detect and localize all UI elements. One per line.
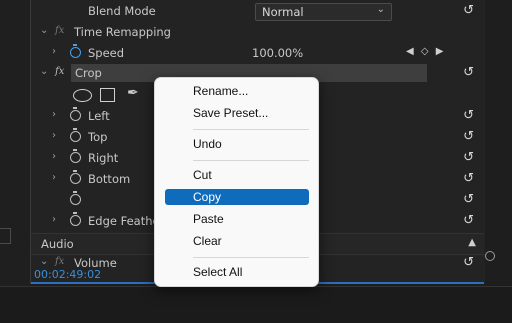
menu-item-rename[interactable]: Rename... (165, 83, 309, 99)
menu-item-label: Undo (193, 137, 222, 151)
menu-item-label: Clear (193, 234, 222, 248)
collapse-up-icon[interactable]: ▲ (468, 237, 476, 248)
chevron-down-icon[interactable]: ⌄ (40, 256, 48, 267)
audio-label: Audio (41, 237, 74, 251)
fx-icon[interactable]: fx (55, 66, 64, 77)
chevron-down-icon[interactable]: ⌄ (40, 25, 48, 36)
stopwatch-icon[interactable] (70, 212, 81, 226)
crop-top-label: Top (88, 130, 108, 144)
reset-icon[interactable]: ↺ (463, 150, 474, 165)
stopwatch-icon[interactable] (70, 128, 81, 142)
speed-row: › Speed 100.00% ◀ ◇ ▶ (31, 43, 484, 64)
menu-item-paste[interactable]: Paste (165, 211, 309, 227)
keyframe-navigator: ◀ ◇ ▶ (406, 46, 447, 57)
reset-icon[interactable]: ↺ (463, 192, 474, 207)
menu-item-select-all[interactable]: Select All (165, 264, 309, 280)
chevron-right-icon[interactable]: › (52, 130, 56, 141)
stopwatch-icon[interactable] (70, 107, 81, 121)
reset-icon[interactable]: ↺ (463, 171, 474, 186)
menu-item-label: Rename... (193, 84, 249, 98)
menu-item-label: Copy (193, 190, 222, 204)
menu-separator (193, 257, 309, 258)
menu-item-save-preset[interactable]: Save Preset... (165, 105, 309, 121)
blend-mode-value: Normal (262, 5, 304, 19)
crop-right-label: Right (88, 151, 119, 165)
menu-item-label: Paste (193, 212, 224, 226)
previous-keyframe-icon[interactable]: ◀ (406, 46, 414, 57)
fx-icon: fx (55, 25, 65, 36)
chevron-right-icon[interactable]: › (52, 151, 56, 162)
reset-icon[interactable]: ↺ (463, 255, 474, 267)
next-keyframe-icon[interactable]: ▶ (436, 46, 444, 57)
crop-bottom-label: Bottom (88, 172, 131, 186)
crop-left-label: Left (88, 109, 110, 123)
menu-separator (193, 160, 309, 161)
right-strip (485, 0, 512, 286)
reset-icon[interactable]: ↺ (463, 213, 474, 228)
stopwatch-icon[interactable] (70, 44, 81, 58)
gutter-marker (0, 228, 11, 244)
menu-item-copy[interactable]: Copy (165, 189, 309, 205)
reset-icon[interactable]: ↺ (463, 65, 474, 80)
chevron-down-icon: ⌄ (376, 4, 385, 15)
fx-icon: fx (55, 256, 65, 267)
menu-item-label: Save Preset... (193, 106, 269, 120)
edge-feather-label: Edge Feather (88, 214, 165, 228)
timecode-readout[interactable]: 00:02:49:02 (34, 268, 101, 281)
bottom-area (0, 286, 512, 323)
speed-label: Speed (88, 46, 125, 60)
reset-icon[interactable]: ↺ (463, 129, 474, 144)
menu-item-label: Cut (193, 168, 212, 182)
crop-label: Crop (75, 66, 102, 80)
menu-item-clear[interactable]: Clear (165, 233, 309, 249)
chevron-right-icon[interactable]: › (52, 109, 56, 120)
stopwatch-icon[interactable] (70, 170, 81, 184)
menu-item-undo[interactable]: Undo (165, 136, 309, 152)
chevron-right-icon[interactable]: › (52, 214, 56, 225)
time-remapping-label: Time Remapping (74, 25, 171, 39)
left-gutter (0, 0, 30, 286)
add-keyframe-icon[interactable]: ◇ (421, 46, 429, 57)
chevron-down-icon[interactable]: ⌄ (40, 66, 48, 77)
stopwatch-icon[interactable] (70, 149, 81, 163)
speed-value[interactable]: 100.00% (252, 46, 303, 60)
premiere-effect-controls-screen: Blend Mode Normal ⌄ ↺ ⌄ fx Time Remappin… (0, 0, 512, 323)
rectangle-mask-icon[interactable] (100, 88, 115, 102)
circle-icon[interactable] (485, 251, 495, 261)
menu-separator (193, 129, 309, 130)
ellipse-mask-icon[interactable] (73, 89, 92, 102)
blend-mode-select[interactable]: Normal ⌄ (255, 3, 392, 21)
menu-item-cut[interactable]: Cut (165, 167, 309, 183)
menu-item-label: Select All (193, 265, 243, 279)
chevron-right-icon[interactable]: › (52, 46, 56, 57)
blend-mode-row: Blend Mode Normal ⌄ ↺ (31, 1, 484, 22)
stopwatch-icon[interactable] (70, 191, 81, 205)
chevron-right-icon[interactable]: › (52, 172, 56, 183)
pen-tool-icon[interactable]: ✒ (127, 85, 139, 101)
time-remapping-row[interactable]: ⌄ fx Time Remapping (31, 22, 484, 43)
context-menu: Rename... Save Preset... Undo Cut Copy P… (154, 77, 319, 287)
volume-label: Volume (74, 256, 117, 267)
reset-icon[interactable]: ↺ (463, 3, 474, 18)
blend-mode-label: Blend Mode (88, 4, 156, 18)
reset-icon[interactable]: ↺ (463, 108, 474, 123)
